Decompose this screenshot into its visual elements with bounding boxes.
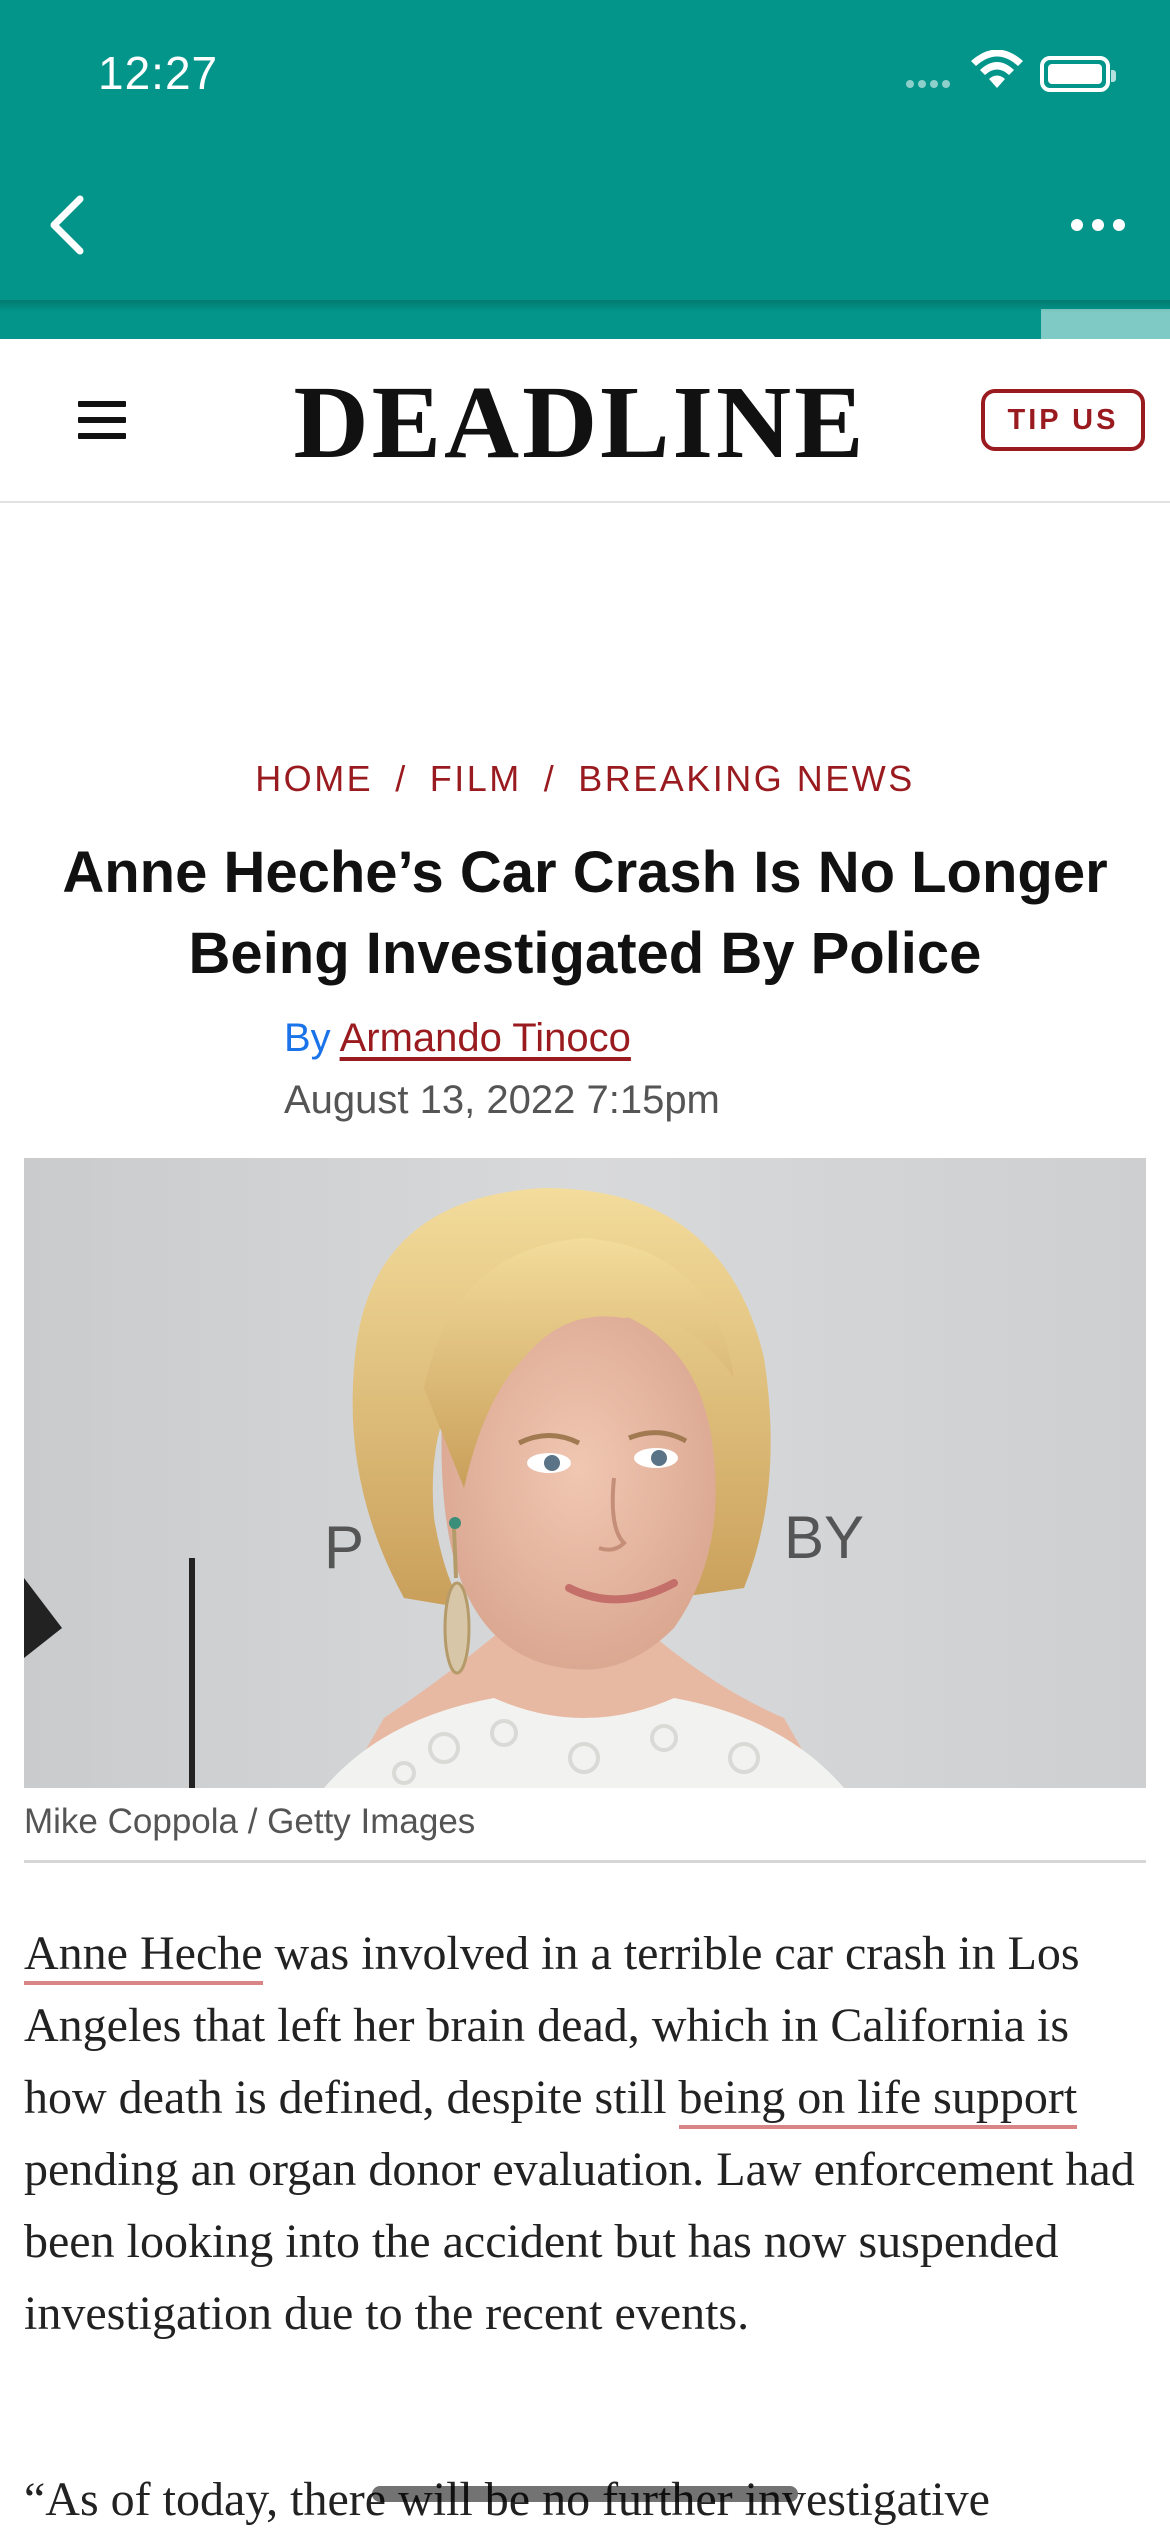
home-indicator[interactable] <box>372 2486 798 2502</box>
byline-prefix: By <box>284 1016 331 1060</box>
app-bar-shadow <box>0 300 1170 312</box>
article-paragraph: Anne Heche was involved in a terrible ca… <box>24 1918 1154 2350</box>
inline-link-anne-heche[interactable]: Anne Heche <box>24 1927 263 1985</box>
caption-divider <box>24 1860 1146 1863</box>
byline: By Armando Tinoco <box>284 1016 631 1061</box>
breadcrumb: HOME / FILM / BREAKING NEWS <box>0 758 1170 800</box>
battery-icon <box>1040 56 1116 92</box>
breadcrumb-film[interactable]: FILM <box>430 758 522 799</box>
article-headline: Anne Heche’s Car Crash Is No Longer Bein… <box>62 840 1108 986</box>
breadcrumb-home[interactable]: HOME <box>255 758 373 799</box>
paragraph-text: pending an organ donor evaluation. Law e… <box>24 2143 1135 2340</box>
image-caption: Mike Coppola / Getty Images <box>24 1802 476 1841</box>
menu-button[interactable] <box>78 401 126 439</box>
article-hero-image[interactable]: P BY <box>24 1158 1146 1788</box>
site-header: DEADLINE TIP US <box>0 339 1170 503</box>
breadcrumb-breaking-news[interactable]: BREAKING NEWS <box>578 758 915 799</box>
breadcrumb-separator: / <box>543 758 557 799</box>
svg-text:P: P <box>324 1514 364 1581</box>
reading-progress-bar <box>0 309 1042 339</box>
status-time: 12:27 <box>98 47 219 99</box>
svg-text:BY: BY <box>784 1504 864 1571</box>
app-bar: 12:27 <box>0 0 1170 309</box>
inline-link-life-support[interactable]: being on life support <box>678 2071 1078 2129</box>
breadcrumb-separator: / <box>395 758 408 799</box>
publish-date: August 13, 2022 7:15pm <box>284 1078 720 1122</box>
back-button[interactable] <box>40 185 100 265</box>
tip-us-button[interactable]: TIP US <box>981 389 1145 451</box>
wifi-icon <box>971 50 1023 88</box>
portrait-photo: P BY <box>24 1158 1146 1788</box>
site-logo[interactable]: DEADLINE <box>270 371 890 475</box>
author-link[interactable]: Armando Tinoco <box>340 1016 631 1060</box>
cellular-signal-icon <box>906 78 958 88</box>
more-options-button[interactable] <box>1060 200 1140 250</box>
